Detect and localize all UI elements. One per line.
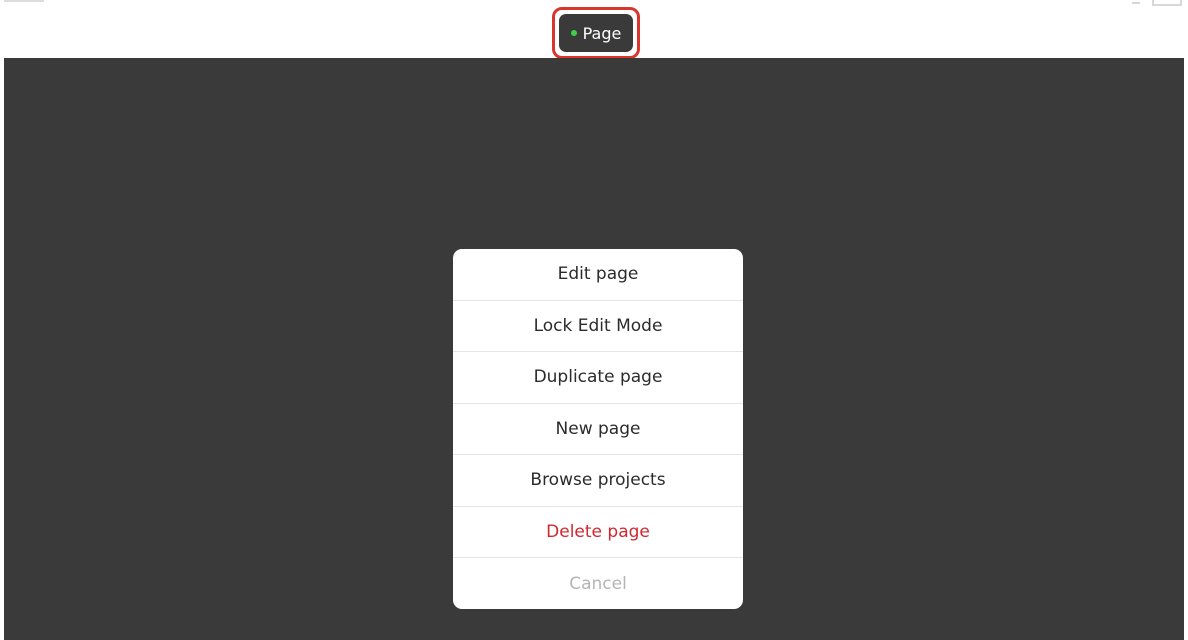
top-bar: Page — [0, 0, 1188, 59]
lock-edit-mode-button[interactable]: Lock Edit Mode — [453, 301, 743, 352]
cancel-button[interactable]: Cancel — [453, 558, 743, 609]
action-sheet: Edit page Lock Edit Mode Duplicate page … — [453, 249, 743, 609]
top-right-edge-mark-small — [1132, 0, 1140, 4]
page-button[interactable]: Page — [559, 14, 633, 52]
edit-page-button[interactable]: Edit page — [453, 249, 743, 301]
page-button-label: Page — [582, 23, 622, 43]
top-left-edge-mark — [4, 0, 44, 4]
delete-page-button[interactable]: Delete page — [453, 507, 743, 558]
browse-projects-button[interactable]: Browse projects — [453, 455, 743, 507]
status-dot-icon — [570, 30, 577, 36]
new-page-button[interactable]: New page — [453, 404, 743, 455]
app-screen: Page Edit page Lock Edit Mode Duplicate … — [0, 0, 1188, 640]
top-right-edge-mark — [1152, 0, 1182, 6]
duplicate-page-button[interactable]: Duplicate page — [453, 352, 743, 404]
